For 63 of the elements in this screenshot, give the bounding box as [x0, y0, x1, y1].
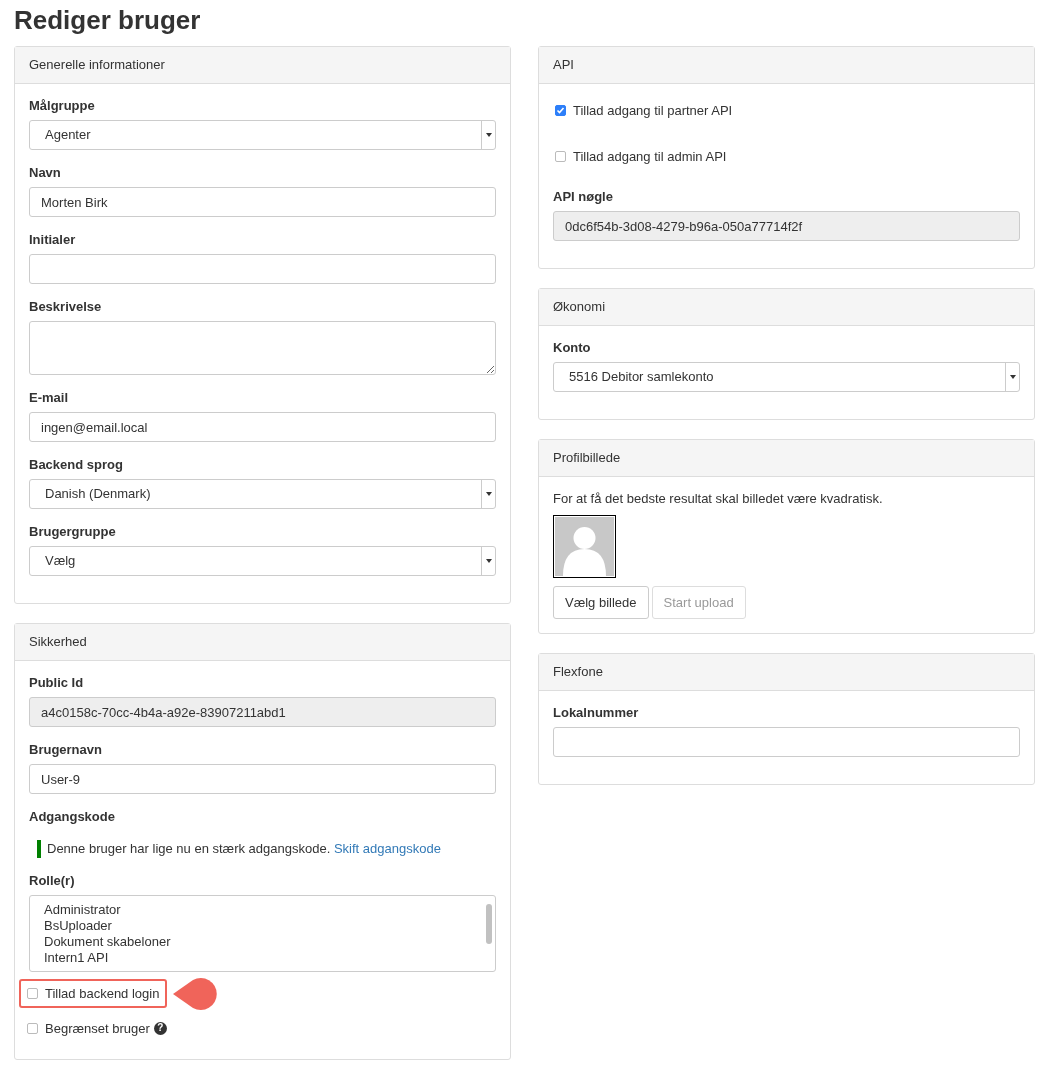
list-option[interactable]: Administrator [44, 901, 486, 918]
input-field[interactable]: Morten Birk [29, 187, 496, 217]
input-field[interactable]: User-9 [29, 764, 496, 794]
field-label: Initialer [29, 231, 76, 249]
checkbox-label: Tillad backend login [45, 984, 160, 1003]
panel-heading: Sikkerhed [15, 624, 510, 661]
avatar-placeholder [553, 514, 616, 578]
list-option[interactable]: Dokument skabeloner [44, 933, 486, 950]
callout-pointer-icon [173, 975, 220, 1012]
field-label: Public Id [29, 674, 84, 692]
caret-icon [481, 480, 495, 508]
select-field[interactable]: Agenter [29, 120, 496, 150]
panel-heading: API [539, 47, 1034, 84]
field-label: Backend sprog [29, 456, 123, 474]
field-label: Lokalnummer [553, 704, 639, 722]
panel-heading: Flexfone [539, 654, 1034, 691]
checkbox[interactable] [555, 150, 566, 162]
page-title: Rediger bruger [14, 4, 202, 36]
list-option[interactable]: Intern1 API [44, 949, 486, 966]
scrollbar-thumb[interactable] [486, 903, 492, 944]
checkbox-label: Begrænset bruger [45, 1019, 150, 1038]
field-label: Adgangskode [29, 808, 115, 826]
select-field[interactable]: Vælg [29, 546, 496, 576]
checkbox[interactable] [555, 105, 566, 117]
change-password-link[interactable]: Skift adgangskode [333, 841, 441, 856]
caret-icon [481, 121, 495, 149]
checkbox[interactable] [27, 1022, 38, 1034]
checkbox[interactable] [27, 988, 38, 999]
list-option[interactable]: BsUploader [44, 917, 486, 934]
checkbox-label: Tillad adgang til admin API [573, 147, 727, 166]
strength-bar [37, 839, 41, 858]
textarea-field[interactable] [29, 321, 496, 375]
field-label: Målgruppe [29, 97, 95, 115]
field-label: Beskrivelse [29, 298, 102, 316]
readonly-field[interactable]: 0dc6f54b-3d08-4279-b96a-050a77714f2f [553, 211, 1020, 241]
caret-icon [1005, 363, 1019, 391]
field-label: Rolle(r) [29, 871, 75, 890]
checkbox-option[interactable]: Tillad adgang til partner API [547, 96, 741, 126]
input-field[interactable] [29, 254, 496, 284]
checkbox-option[interactable]: Begrænset bruger ? [19, 1013, 175, 1043]
input-field[interactable]: ingen@email.local [29, 412, 496, 442]
field-label: E-mail [29, 389, 68, 407]
roles-listbox[interactable]: Administrator BsUploader Dokument skabeloner Intern1 API [29, 894, 496, 972]
field-label: Brugergruppe [29, 523, 116, 541]
panel-heading: Økonomi [539, 289, 1034, 326]
panel-heading: Profilbillede [539, 440, 1034, 477]
field-label: Brugernavn [29, 741, 102, 759]
checkbox-option[interactable]: Tillad adgang til admin API [547, 141, 735, 171]
checkbox-label: Tillad adgang til partner API [573, 102, 733, 120]
field-label: API nøgle [553, 188, 613, 206]
hint-text: For at få det bedste resultat skal billedet være kvadratisk. [553, 490, 884, 508]
caret-icon [481, 547, 495, 575]
choose-image-button[interactable]: Vælg billede [553, 585, 649, 619]
field-label: Navn [29, 164, 61, 182]
panel-heading: Generelle informationer [15, 47, 510, 84]
field-label: Konto [553, 339, 591, 357]
select-field[interactable]: 5516 Debitor samlekonto [553, 362, 1020, 392]
help-icon: ? [153, 1021, 167, 1035]
highlighted-checkbox-option[interactable]: Tillad backend login [19, 978, 168, 1009]
readonly-field[interactable]: a4c0158c-70cc-4b4a-a92e-83907211abd1 [29, 697, 496, 727]
password-status: Denne bruger har lige nu en stærk adgangskode. Skift adgangskode [47, 840, 441, 858]
input-field[interactable] [553, 727, 1020, 757]
select-field[interactable]: Danish (Denmark) [29, 479, 496, 509]
